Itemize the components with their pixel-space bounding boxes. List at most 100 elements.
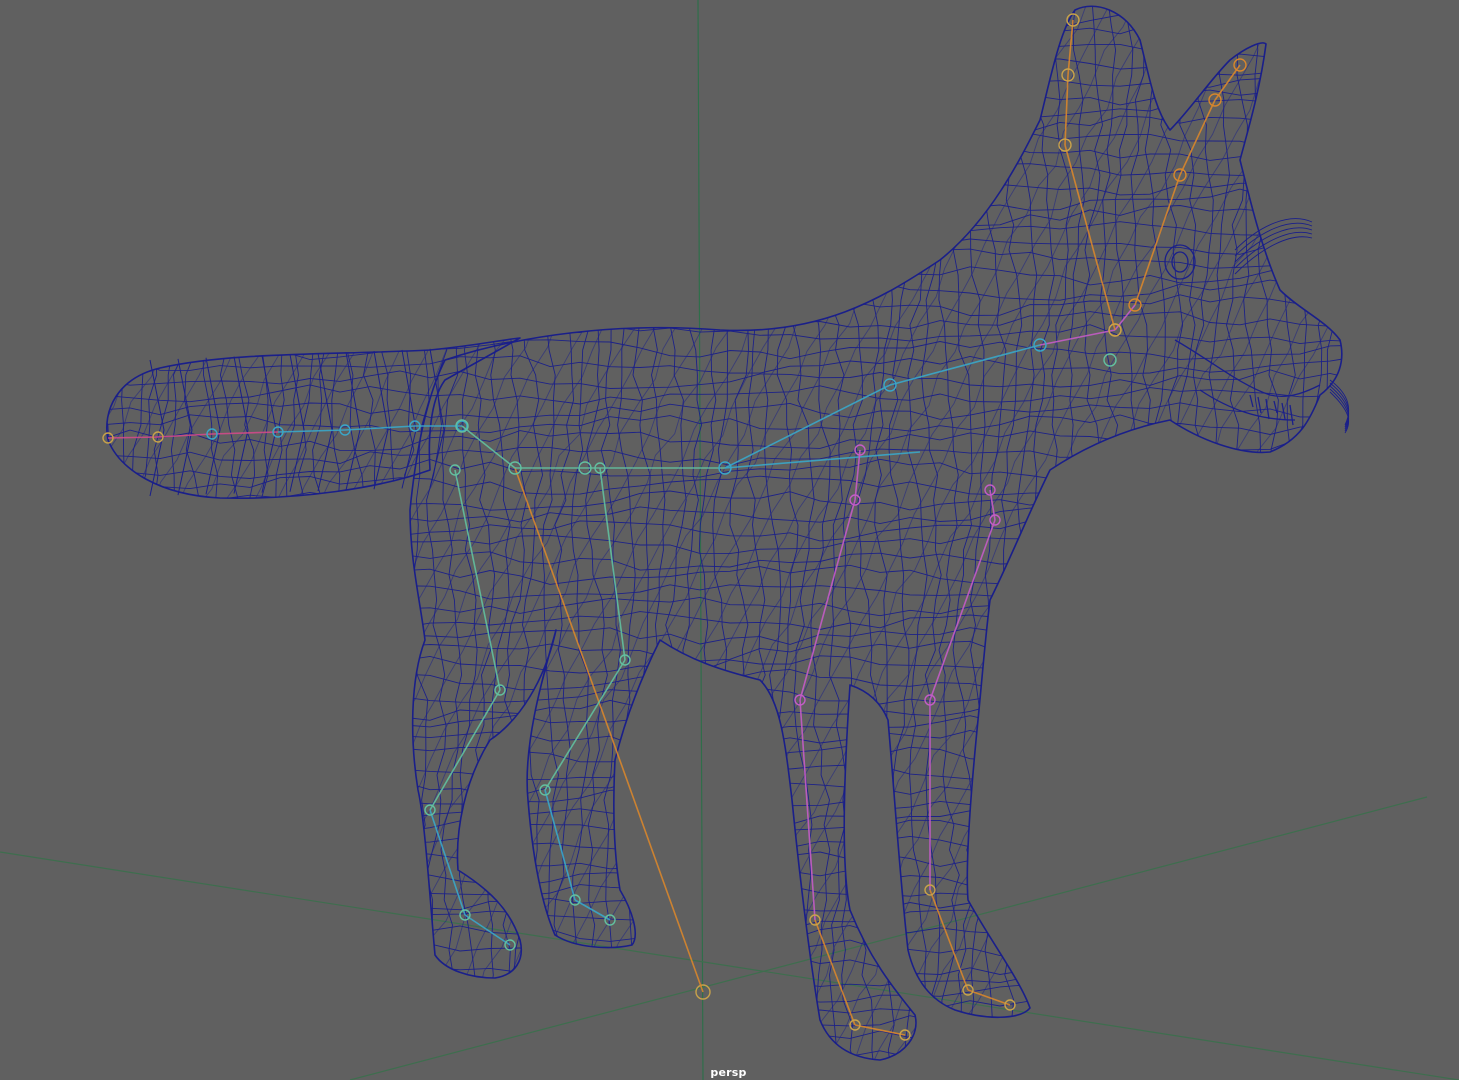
mesh-edge-diagonal <box>106 6 129 1060</box>
mesh-edge-loop <box>106 848 1342 871</box>
mesh-edge-loop <box>106 145 1342 166</box>
tooth <box>1273 400 1278 414</box>
front-leg-bone[interactable] <box>814 919 856 1026</box>
mesh-edge-ring <box>168 6 192 1060</box>
mesh-edge-diagonal <box>106 6 153 1060</box>
upper-spine-bone[interactable] <box>724 451 921 469</box>
mesh-edge-ring <box>600 6 624 1060</box>
mesh-edge-loop <box>106 429 1342 452</box>
mesh-edge-ring <box>233 6 256 1060</box>
mesh-edge-ring <box>1208 6 1231 1060</box>
hind-leg-bone[interactable] <box>464 914 511 946</box>
mesh-edge-ring <box>761 6 783 1060</box>
mesh-edge-diagonal <box>106 6 249 1060</box>
mesh-edge-ring <box>617 6 637 1060</box>
fox-wireframe-mesh[interactable] <box>0 0 1459 1080</box>
mesh-edge-loop <box>106 594 1342 617</box>
mesh-edge-ring <box>1096 6 1119 1060</box>
viewport-canvas[interactable] <box>0 0 1459 1080</box>
tooth <box>1257 396 1262 414</box>
mesh-edge-diagonal <box>106 6 225 1060</box>
mesh-edge-ring <box>1160 6 1184 1060</box>
mesh-edge-loop <box>106 955 1342 975</box>
mesh-edge-loop <box>106 9 1342 32</box>
mesh-edge-ring <box>425 6 448 1060</box>
mesh-edge-ring <box>106 6 127 1060</box>
mesh-edge-ring <box>937 6 960 1060</box>
mesh-edge-ring <box>153 6 175 1060</box>
mesh-edge-ring <box>200 6 224 1060</box>
mesh-edge-ring <box>792 6 815 1060</box>
mesh-edge-diagonal <box>481 6 1041 1060</box>
mesh-edge-loop <box>106 1000 1342 1019</box>
mesh-edge-loop <box>106 758 1342 780</box>
mesh-edge-loop <box>106 1029 1342 1051</box>
mesh-edge-diagonal <box>648 6 1209 1060</box>
mesh-edge-ring <box>1241 6 1262 1060</box>
mesh-edge-diagonal <box>106 6 561 1060</box>
mesh-edge-ring <box>1304 6 1328 1060</box>
grid-x-axis-line <box>0 851 1459 1080</box>
tooth <box>1281 402 1286 420</box>
tail-bone[interactable] <box>211 431 279 435</box>
mesh-edge-loop <box>106 41 1342 59</box>
mesh-edge-ring <box>184 6 207 1060</box>
mesh-edge-loop <box>106 714 1342 735</box>
mesh-edge-diagonal <box>0 0 104 1079</box>
tail-bone[interactable] <box>107 436 159 439</box>
mesh-edge-diagonal <box>106 6 201 1060</box>
mesh-edge-diagonal <box>106 6 441 1060</box>
mesh-edge-diagonal <box>842 6 1342 1060</box>
ear-bone[interactable] <box>1064 144 1116 331</box>
mesh-edge-ring <box>1112 6 1135 1060</box>
mesh-edge-diagonal <box>106 6 489 1060</box>
mesh-edge-loop <box>106 311 1342 330</box>
front-leg-bone[interactable] <box>799 499 856 701</box>
mesh-edge-ring <box>632 6 655 1060</box>
mesh-edge-diagonal <box>164 6 729 1060</box>
mesh-edge-ring <box>1080 6 1104 1060</box>
mesh-edge-ring <box>248 6 272 1060</box>
mesh-edge-ring <box>1355 0 1374 1075</box>
mesh-edge-ring <box>650 6 672 1060</box>
mesh-edge-diagonal <box>289 6 849 1060</box>
front-leg-bone[interactable] <box>854 1024 906 1036</box>
mesh-edge-diagonal <box>380 6 945 1060</box>
grid-y-axis-line <box>697 0 704 1080</box>
mesh-edge-loop <box>106 609 1342 630</box>
mesh-edge-loop <box>106 99 1342 119</box>
mesh-edge-ring <box>809 6 831 1060</box>
spine-bone[interactable] <box>1114 304 1136 331</box>
ear-bone[interactable] <box>1067 19 1074 76</box>
mesh-edge-diagonal <box>106 6 297 1060</box>
mesh-edge-loop <box>106 894 1342 917</box>
mesh-edge-loop <box>106 24 1342 46</box>
mesh-edge-ring <box>1288 6 1311 1060</box>
mesh-edge-loop <box>106 939 1342 960</box>
mesh-edge-loop <box>106 730 1342 750</box>
mesh-edge-ring <box>264 6 287 1060</box>
mesh-edge-diagonal <box>452 6 1017 1060</box>
mesh-edge-diagonal <box>763 6 1329 1060</box>
mesh-edge-diagonal <box>212 6 777 1060</box>
mesh-edge-ring <box>1049 6 1072 1060</box>
jaw-joint[interactable] <box>1103 353 1117 367</box>
mesh-edge-ring <box>1273 6 1296 1060</box>
ear-bone[interactable] <box>1064 74 1069 146</box>
mesh-edge-diagonal <box>243 6 801 1060</box>
mesh-edge-ring <box>744 6 766 1060</box>
persp-viewport[interactable]: persp <box>0 0 1459 1080</box>
mesh-edge-loop <box>106 551 1342 571</box>
mesh-edge-diagonal <box>410 6 969 1060</box>
front-leg-bone[interactable] <box>967 989 1011 1006</box>
mesh-edge-ring <box>312 6 335 1060</box>
mesh-edge-loop <box>106 788 1342 810</box>
mesh-edge-loop <box>106 445 1342 466</box>
mesh-edge-loop <box>106 983 1342 1005</box>
mesh-edge-loop <box>106 248 1342 271</box>
mesh-edge-diagonal <box>106 6 273 1060</box>
mesh-edge-loop <box>106 219 1342 240</box>
mesh-edge-loop <box>106 745 1342 766</box>
mesh-edge-diagonal <box>106 6 321 1060</box>
tail-ring <box>149 359 165 497</box>
